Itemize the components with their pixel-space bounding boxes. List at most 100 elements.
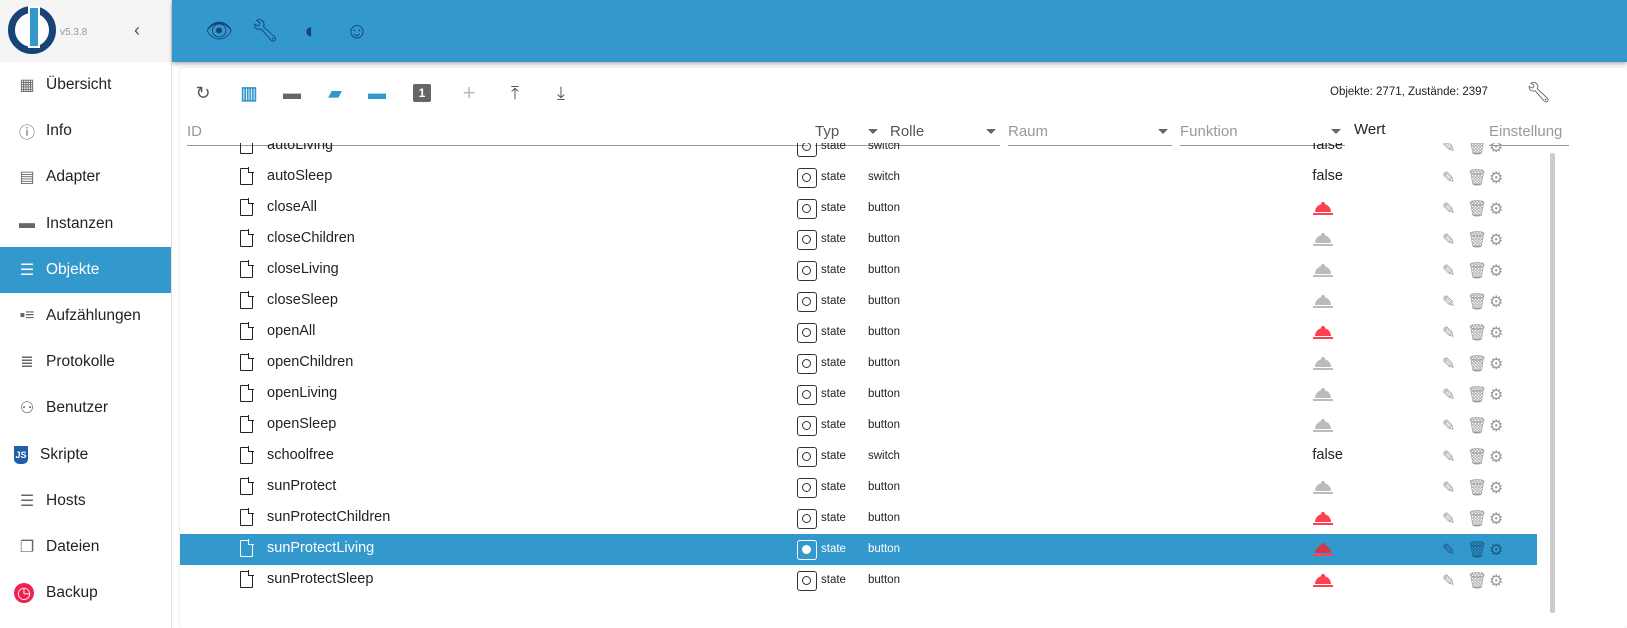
folder-open-icon[interactable]: ▰ [324, 82, 346, 104]
delete-icon[interactable]: 🗑︎ [1467, 416, 1487, 436]
folder-closed-icon[interactable]: ▬ [366, 82, 388, 104]
gear-icon[interactable]: ⚙ [1489, 230, 1503, 250]
edit-icon[interactable]: ✎ [1442, 199, 1455, 219]
theme-toggle-icon[interactable]: ◐ [298, 18, 324, 44]
download-icon[interactable]: ⤓ [550, 82, 572, 104]
expert-mode-icon[interactable]: ☺ [344, 18, 370, 44]
object-value[interactable]: false [1312, 447, 1343, 463]
expand-level-icon[interactable]: 1 [413, 84, 431, 102]
collapse-sidebar-button[interactable]: ‹ [134, 20, 140, 41]
delete-icon[interactable]: 🗑︎ [1467, 354, 1487, 374]
button-bell-icon[interactable] [1313, 326, 1333, 339]
edit-icon[interactable]: ✎ [1442, 385, 1455, 405]
wrench-icon[interactable]: 🔧︎ [251, 18, 279, 44]
gear-icon[interactable]: ⚙ [1489, 323, 1503, 343]
gear-icon[interactable]: ⚙ [1489, 261, 1503, 281]
delete-icon[interactable]: 🗑︎ [1467, 168, 1487, 188]
sidebar-item-aufzhlungen[interactable]: ▪≡ Aufzählungen [0, 293, 171, 339]
table-row[interactable]: closeAll state button ✎ 🗑︎ ⚙ [180, 193, 1537, 224]
delete-icon[interactable]: 🗑︎ [1467, 292, 1487, 312]
button-bell-icon[interactable] [1313, 512, 1333, 525]
eye-icon[interactable]: 👁︎ [205, 18, 233, 44]
delete-icon[interactable]: 🗑︎ [1467, 199, 1487, 219]
edit-icon[interactable]: ✎ [1442, 540, 1455, 560]
table-row[interactable]: autoLiving state switch false ✎ 🗑︎ ⚙ [180, 143, 1537, 162]
delete-icon[interactable]: 🗑︎ [1467, 478, 1487, 498]
button-bell-icon[interactable] [1313, 357, 1333, 370]
sidebar-item-benutzer[interactable]: ⚇ Benutzer [0, 385, 171, 431]
gear-icon[interactable]: ⚙ [1489, 354, 1503, 374]
sidebar-item-bersicht[interactable]: ▦ Übersicht [0, 62, 171, 108]
edit-icon[interactable]: ✎ [1442, 230, 1455, 250]
sidebar-item-protokolle[interactable]: ≣ Protokolle [0, 339, 171, 385]
button-bell-icon[interactable] [1313, 388, 1333, 401]
gear-icon[interactable]: ⚙ [1489, 292, 1503, 312]
gear-icon[interactable]: ⚙ [1489, 509, 1503, 529]
object-value[interactable]: false [1312, 168, 1343, 184]
button-bell-icon[interactable] [1313, 543, 1333, 556]
sidebar-item-adapter[interactable]: ▤ Adapter [0, 154, 171, 200]
button-bell-icon[interactable] [1313, 574, 1333, 587]
gear-icon[interactable]: ⚙ [1489, 385, 1503, 405]
edit-icon[interactable]: ✎ [1442, 168, 1455, 188]
table-row[interactable]: sunProtect state button ✎ 🗑︎ ⚙ [180, 472, 1537, 503]
button-bell-icon[interactable] [1313, 202, 1333, 215]
gear-icon[interactable]: ⚙ [1489, 199, 1503, 219]
gear-icon[interactable]: ⚙ [1489, 540, 1503, 560]
edit-icon[interactable]: ✎ [1442, 354, 1455, 374]
table-row[interactable]: closeSleep state button ✎ 🗑︎ ⚙ [180, 286, 1537, 317]
table-row[interactable]: sunProtectLiving state button ✎ 🗑︎ ⚙ [180, 534, 1537, 565]
edit-icon[interactable]: ✎ [1442, 478, 1455, 498]
table-row[interactable]: openAll state button ✎ 🗑︎ ⚙ [180, 317, 1537, 348]
button-bell-icon[interactable] [1313, 233, 1333, 246]
table-row[interactable]: sunProtectChildren state button ✎ 🗑︎ ⚙ [180, 503, 1537, 534]
table-row[interactable]: autoSleep state switch false ✎ 🗑︎ ⚙ [180, 162, 1537, 193]
scrollbar[interactable] [1550, 153, 1555, 613]
delete-icon[interactable]: 🗑︎ [1467, 509, 1487, 529]
gear-icon[interactable]: ⚙ [1489, 447, 1503, 467]
gear-icon[interactable]: ⚙ [1489, 571, 1503, 591]
table-row[interactable]: closeLiving state button ✎ 🗑︎ ⚙ [180, 255, 1537, 286]
sidebar-item-skripte[interactable]: JS Skripte [0, 432, 171, 478]
gear-icon[interactable]: ⚙ [1489, 168, 1503, 188]
delete-icon[interactable]: 🗑︎ [1467, 261, 1487, 281]
wrench-icon[interactable]: 🔧︎ [1526, 80, 1551, 105]
delete-icon[interactable]: 🗑︎ [1467, 385, 1487, 405]
delete-icon[interactable]: 🗑︎ [1467, 323, 1487, 343]
delete-icon[interactable]: 🗑︎ [1467, 143, 1487, 157]
columns-icon[interactable]: ▥ [238, 82, 260, 104]
sidebar-item-instanzen[interactable]: ▬ Instanzen [0, 201, 171, 247]
button-bell-icon[interactable] [1313, 264, 1333, 277]
edit-icon[interactable]: ✎ [1442, 509, 1455, 529]
button-bell-icon[interactable] [1313, 419, 1333, 432]
sidebar-item-info[interactable]: ⓘ Info [0, 108, 171, 154]
delete-icon[interactable]: 🗑︎ [1467, 571, 1487, 591]
edit-icon[interactable]: ✎ [1442, 261, 1455, 281]
delete-icon[interactable]: 🗑︎ [1467, 447, 1487, 467]
edit-icon[interactable]: ✎ [1442, 447, 1455, 467]
edit-icon[interactable]: ✎ [1442, 416, 1455, 436]
table-row[interactable]: closeChildren state button ✎ 🗑︎ ⚙ [180, 224, 1537, 255]
upload-icon[interactable]: ⤒ [504, 82, 526, 104]
sidebar-item-dateien[interactable]: ❐ Dateien [0, 524, 171, 570]
edit-icon[interactable]: ✎ [1442, 323, 1455, 343]
sidebar-item-backup[interactable]: ◷ Backup [0, 570, 171, 616]
edit-icon[interactable]: ✎ [1442, 292, 1455, 312]
folder-icon[interactable]: ▬ [281, 82, 303, 104]
object-value[interactable]: false [1312, 143, 1343, 153]
gear-icon[interactable]: ⚙ [1489, 478, 1503, 498]
table-row[interactable]: openChildren state button ✎ 🗑︎ ⚙ [180, 348, 1537, 379]
edit-icon[interactable]: ✎ [1442, 143, 1455, 157]
table-row[interactable]: schoolfree state switch false ✎ 🗑︎ ⚙ [180, 441, 1537, 472]
table-row[interactable]: openLiving state button ✎ 🗑︎ ⚙ [180, 379, 1537, 410]
sidebar-item-hosts[interactable]: ☰ Hosts [0, 478, 171, 524]
sidebar-item-objekte[interactable]: ☰ Objekte [0, 246, 171, 293]
edit-icon[interactable]: ✎ [1442, 571, 1455, 591]
gear-icon[interactable]: ⚙ [1489, 416, 1503, 436]
add-icon[interactable]: + [458, 80, 480, 105]
button-bell-icon[interactable] [1313, 481, 1333, 494]
table-row[interactable]: openSleep state button ✎ 🗑︎ ⚙ [180, 410, 1537, 441]
table-row[interactable]: sunProtectSleep state button ✎ 🗑︎ ⚙ [180, 565, 1537, 596]
refresh-icon[interactable]: ↻ [192, 82, 214, 104]
gear-icon[interactable]: ⚙ [1489, 143, 1503, 157]
